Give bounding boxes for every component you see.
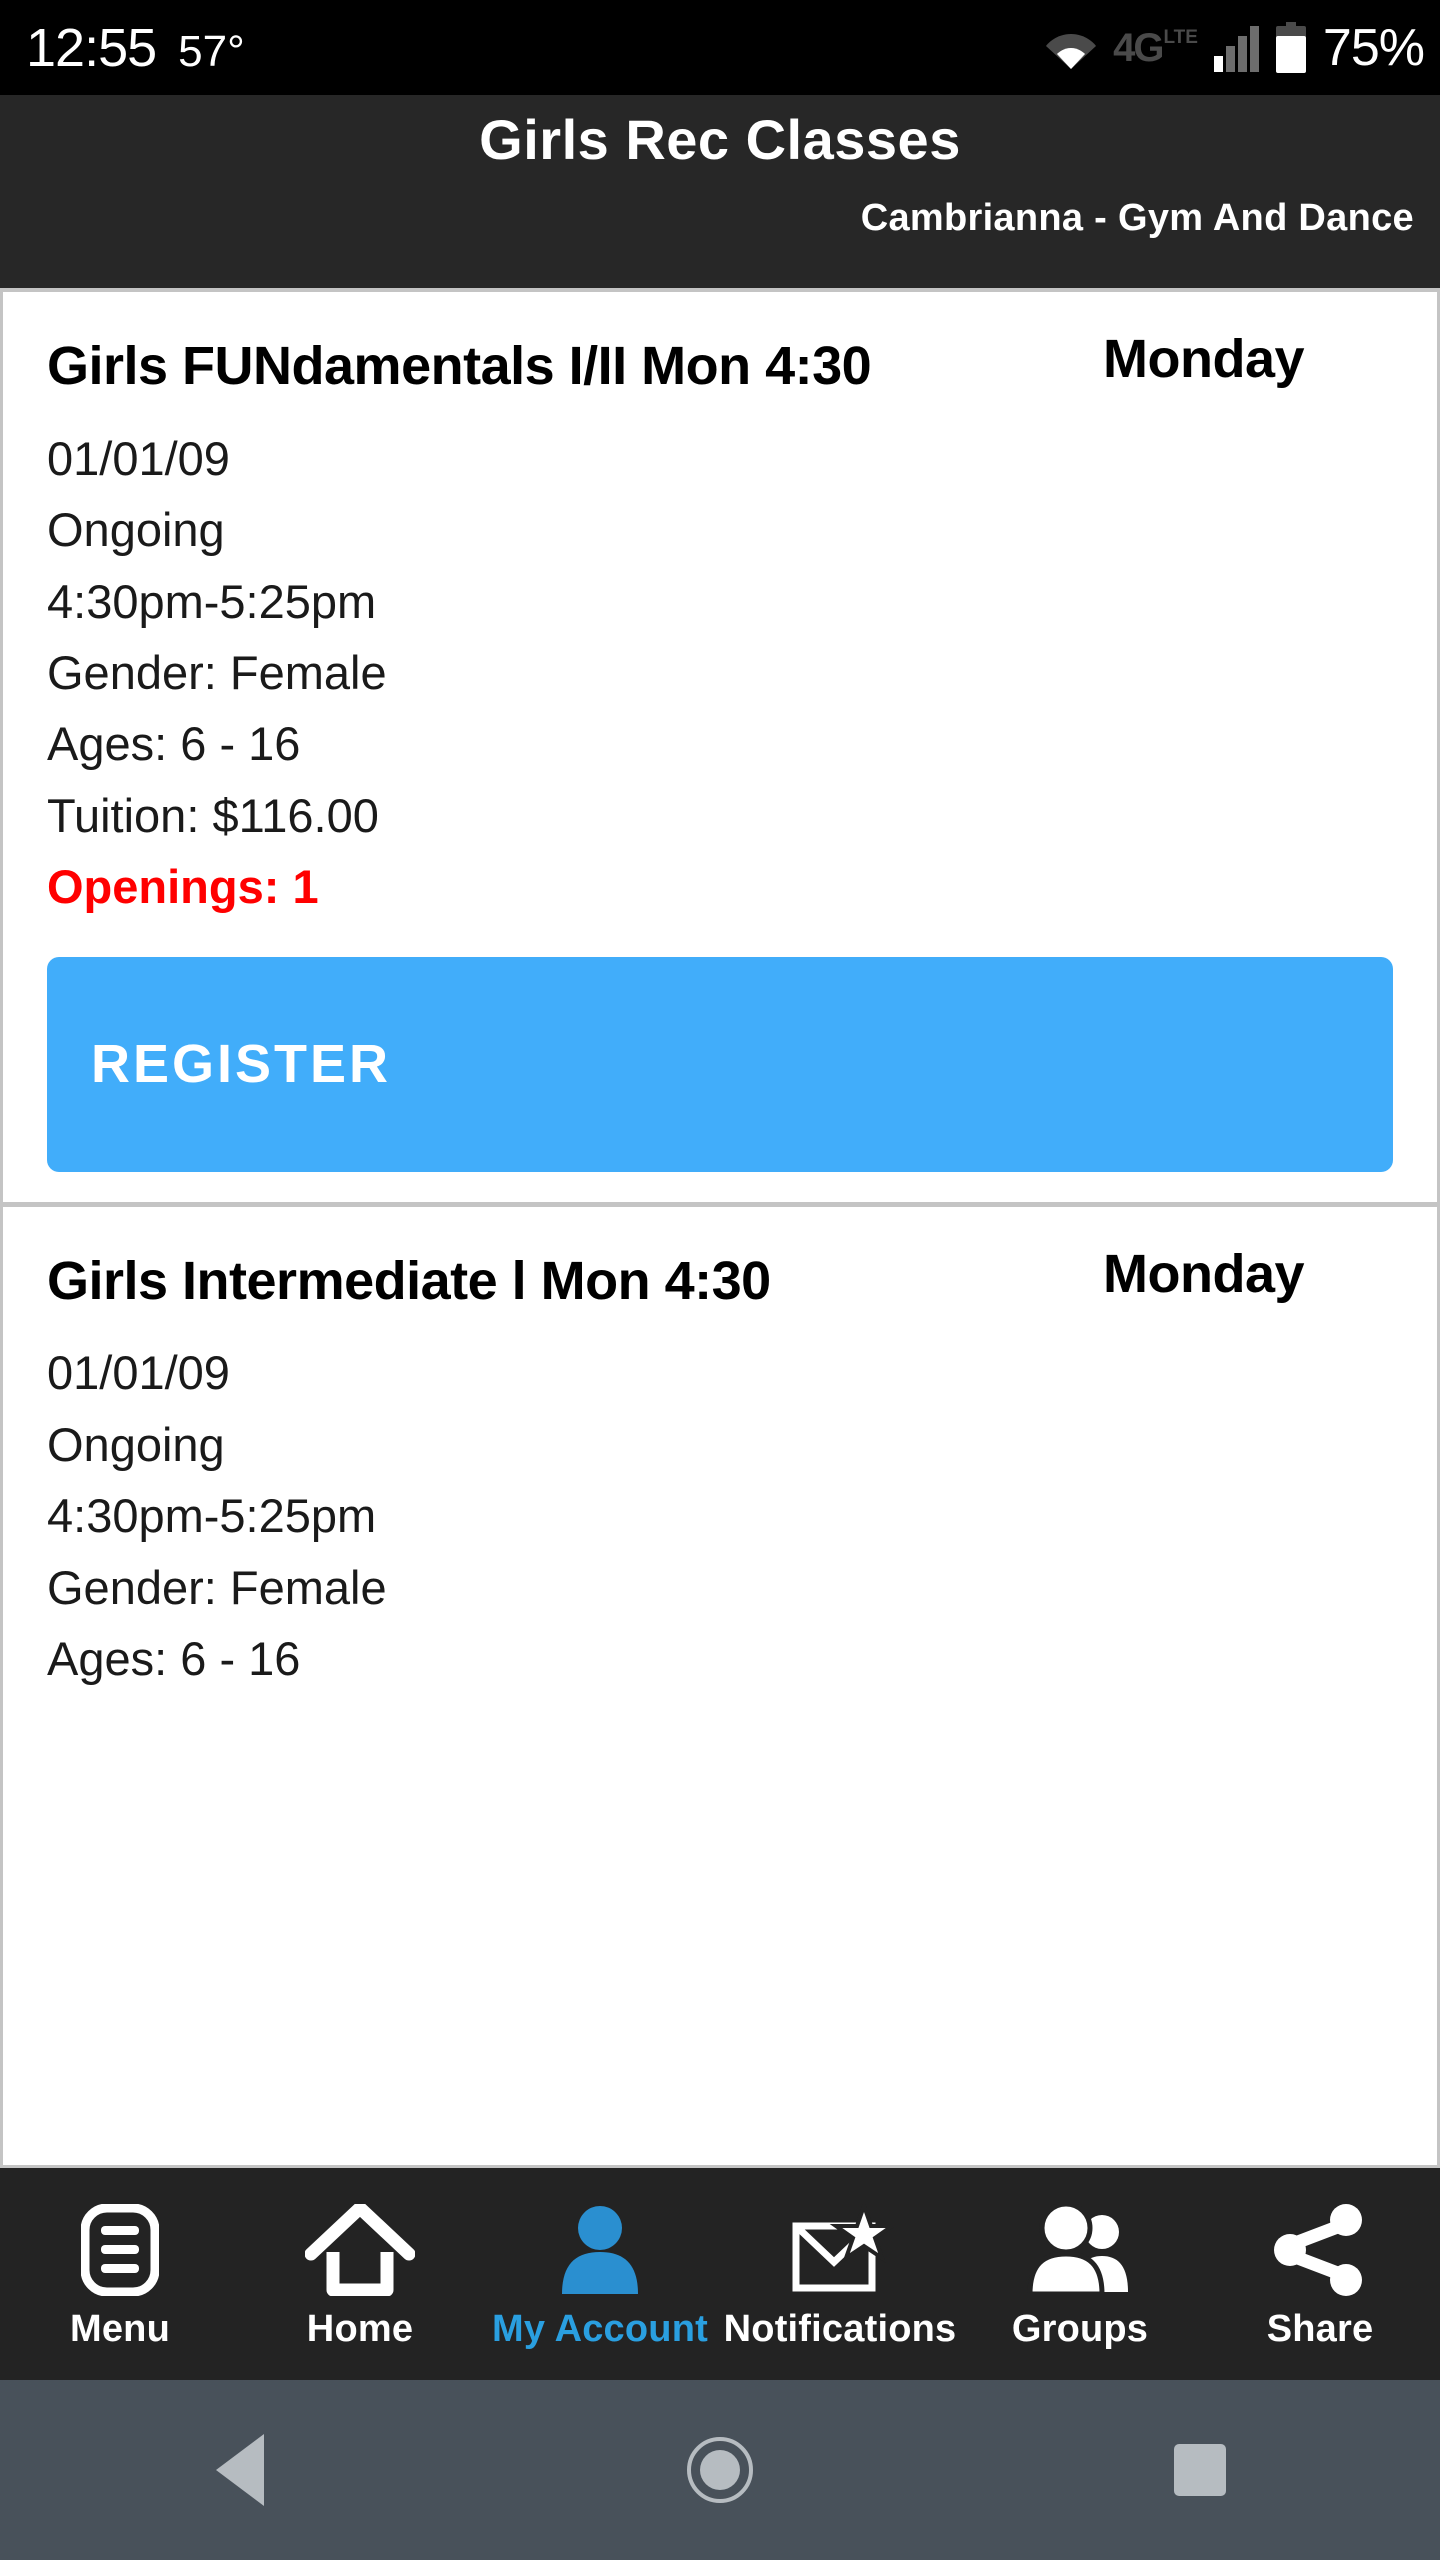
tab-groups[interactable]: Groups — [960, 2168, 1200, 2380]
class-card[interactable]: Girls Intermediate l Mon 4:30 Monday 01/… — [3, 1201, 1437, 1725]
register-button[interactable]: REGISTER — [47, 956, 1393, 1172]
network-type-icon: 4G LTE — [1113, 28, 1198, 68]
organization-subtitle: Cambrianna - Gym And Dance — [860, 196, 1414, 239]
class-ages: Ages: 6 - 16 — [47, 717, 301, 771]
tab-notifications[interactable]: Notifications — [720, 2168, 960, 2380]
tab-label: Notifications — [723, 2308, 957, 2350]
class-details: 01/01/09 Ongoing 4:30pm-5:25pm Gender: F… — [47, 423, 1393, 923]
phone-screen: 12:55 57° 4G LTE 75% Girls Rec Classes C… — [0, 0, 1440, 2560]
android-navigation-bar — [0, 2380, 1440, 2560]
android-home-button[interactable] — [620, 2380, 820, 2560]
tab-label: Home — [306, 2308, 414, 2350]
class-card-header: Girls Intermediate l Mon 4:30 Monday — [47, 1243, 1393, 1320]
class-start-date: 01/01/09 — [47, 431, 230, 485]
tab-label: My Account — [492, 2308, 708, 2350]
tab-my-account[interactable]: My Account — [480, 2168, 720, 2380]
android-back-button[interactable] — [140, 2380, 340, 2560]
status-temperature: 57° — [178, 26, 245, 76]
class-start-date: 01/01/09 — [47, 1346, 230, 1400]
class-time-range: 4:30pm-5:25pm — [47, 574, 377, 628]
home-icon — [305, 2197, 415, 2302]
class-card-header: Girls FUNdamentals I/II Mon 4:30 Monday — [47, 328, 1393, 405]
class-gender: Gender: Female — [47, 1560, 387, 1614]
back-triangle-icon — [216, 2434, 264, 2506]
battery-icon — [1275, 21, 1307, 74]
person-icon — [556, 2197, 644, 2302]
tab-home[interactable]: Home — [240, 2168, 480, 2380]
tab-label: Share — [1266, 2308, 1374, 2350]
class-day: Monday — [1103, 329, 1305, 389]
status-clock: 12:55 — [26, 17, 157, 78]
page-title: Girls Rec Classes — [479, 108, 961, 171]
people-group-icon — [1024, 2197, 1136, 2302]
battery-percent: 75% — [1322, 18, 1425, 77]
bottom-tab-bar: Menu Home My Account Notifications Group… — [0, 2168, 1440, 2380]
class-day: Monday — [1103, 1243, 1305, 1304]
class-title: Girls FUNdamentals I/II Mon 4:30 — [47, 336, 872, 396]
status-bar-right: 4G LTE 75% — [1045, 18, 1425, 78]
class-tuition: Tuition: $116.00 — [47, 788, 379, 842]
wifi-icon — [1045, 26, 1097, 70]
class-status: Ongoing — [47, 503, 225, 557]
class-ages: Ages: 6 - 16 — [47, 1632, 301, 1686]
tab-label: Menu — [69, 2308, 170, 2350]
share-nodes-icon — [1270, 2197, 1370, 2302]
home-circle-icon — [687, 2437, 753, 2503]
status-bar: 12:55 57° 4G LTE 75% — [0, 0, 1440, 95]
tab-menu[interactable]: Menu — [0, 2168, 240, 2380]
class-status: Ongoing — [47, 1417, 225, 1471]
recents-square-icon — [1174, 2444, 1226, 2496]
class-openings: Openings: 1 — [47, 860, 319, 914]
app-header: Girls Rec Classes Cambrianna - Gym And D… — [0, 95, 1440, 288]
class-card[interactable]: Girls FUNdamentals I/II Mon 4:30 Monday … — [3, 292, 1437, 1202]
menu-list-icon — [81, 2197, 159, 2302]
network-type-label: 4G — [1113, 25, 1164, 70]
tab-share[interactable]: Share — [1200, 2168, 1440, 2380]
signal-bars-icon — [1213, 24, 1259, 72]
envelope-star-icon — [786, 2197, 894, 2302]
tab-label: Groups — [1011, 2308, 1149, 2350]
status-bar-left: 12:55 57° — [26, 17, 245, 79]
network-type-sub: LTE — [1163, 26, 1198, 48]
class-title: Girls Intermediate l Mon 4:30 — [47, 1250, 771, 1311]
class-time-range: 4:30pm-5:25pm — [47, 1489, 377, 1543]
class-details: 01/01/09 Ongoing 4:30pm-5:25pm Gender: F… — [47, 1337, 1393, 1694]
class-gender: Gender: Female — [47, 645, 387, 699]
class-list[interactable]: Girls FUNdamentals I/II Mon 4:30 Monday … — [0, 288, 1440, 2168]
android-recents-button[interactable] — [1100, 2380, 1300, 2560]
